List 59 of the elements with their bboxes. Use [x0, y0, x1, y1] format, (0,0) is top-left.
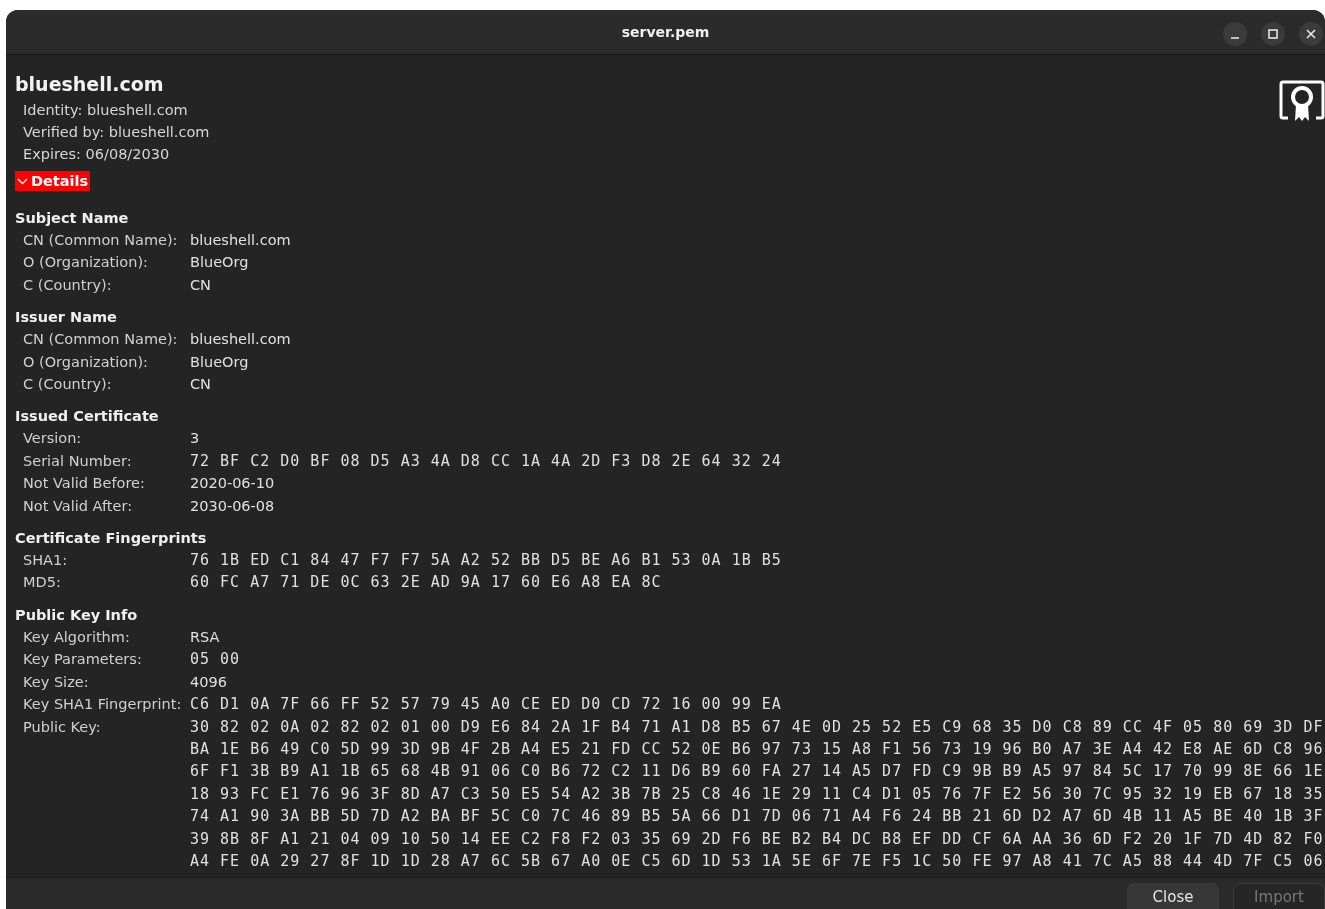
certificate-title: blueshell.com — [15, 73, 165, 95]
minimize-button[interactable] — [1223, 22, 1247, 46]
field-value: blueshell.com — [190, 330, 291, 350]
field-label: Serial Number: — [23, 451, 133, 471]
hex-value: 72 BF C2 D0 BF 08 D5 A3 4A D8 CC 1A 4A 2D F3 D8 2E 64 32 24 — [190, 450, 782, 472]
hex-value: A4 FE 0A 29 27 8F 1D 1D 28 A7 6C 5B 67 A0 0E C5 6D 1D 53 1A 5E 6F 7E F5 1C 50 FE 97 A8 41 7C A5 88 44 4D 7F C5 06 — [190, 850, 1324, 872]
field-label: Key Size: — [23, 672, 90, 692]
field-label: Public Key: — [23, 717, 102, 737]
section-heading: Certificate Fingerprints — [15, 529, 208, 549]
field-value: 2020-06-10 — [190, 474, 275, 494]
field-value: CN — [190, 275, 211, 295]
field-value: RSA — [190, 627, 220, 647]
field-label: Version: — [23, 429, 83, 449]
hex-value: 30 82 02 0A 02 82 02 01 00 D9 E6 84 2A 1F B4 71 A1 D8 B5 67 4E 0D 25 52 E5 C9 68 35 D0 C8 89 CC 4F 05 80 69 3D DF — [190, 716, 1324, 738]
hex-value: C6 D1 0A 7F 66 FF 52 57 79 45 A0 CE ED D0 CD 72 16 00 99 EA — [190, 694, 782, 716]
summary-line: Identity: blueshell.com — [23, 101, 189, 120]
field-label: C (Country): — [23, 375, 113, 395]
field-label: Not Valid Before: — [23, 474, 146, 494]
close-dialog-button[interactable]: Close — [1127, 883, 1219, 909]
summary-line: Verified by: blueshell.com — [23, 123, 211, 142]
field-label: C (Country): — [23, 275, 113, 295]
field-value: blueshell.com — [190, 231, 291, 250]
hex-value: 60 FC A7 71 DE 0C 63 2E AD 9A 17 60 E6 A8 EA 8C — [190, 572, 662, 594]
hex-value: 74 A1 90 3A BB 5D 7D A2 BA BF 5C C0 7C 46 89 B5 5A 66 D1 7D 06 71 A4 F6 24 BB 21 6D D2 A7 6D 4B 11 A5 BE 40 1B 3F — [190, 806, 1324, 828]
field-value: 3 — [190, 429, 200, 449]
field-value: 4096 — [190, 672, 227, 692]
summary-line: Expires: 06/08/2030 — [23, 145, 171, 164]
field-label: CN (Common Name): — [23, 231, 179, 250]
field-value: CN — [190, 375, 211, 395]
minimize-icon — [1230, 37, 1240, 39]
field-label: CN (Common Name): — [23, 330, 179, 350]
window-title: server.pem — [621, 24, 710, 40]
field-label: SHA1: — [23, 551, 69, 571]
field-value: 2030-06-08 — [190, 496, 275, 516]
hex-value: BA 1E B6 49 C0 5D 99 3D 9B 4F 2B A4 E5 21 FD CC 52 0E B6 97 73 15 A8 F1 56 73 19 96 B0 A7 3E A4 42 E8 AE 6D C8 96 — [190, 738, 1324, 760]
field-value: BlueOrg — [190, 253, 249, 273]
field-label: O (Organization): — [23, 352, 149, 372]
maximize-button[interactable] — [1261, 22, 1285, 46]
chevron-icon — [17, 177, 28, 185]
section-heading: Issued Certificate — [15, 407, 160, 427]
section-heading: Issuer Name — [15, 308, 118, 328]
field-label: Key Algorithm: — [23, 627, 131, 647]
hex-value: 6F F1 3B B9 A1 1B 65 68 4B 91 06 C0 B6 72 C2 11 D6 B9 60 FA 27 14 A5 D7 FD C9 9B B9 A5 97 84 5C 17 70 99 8E 66 1E — [190, 761, 1324, 783]
hex-value: 18 93 FC E1 76 96 3F 8D A7 C3 50 E5 54 A2 3B 7B 25 C8 46 1E 29 11 C4 D1 05 76 7F E2 56 30 7C 95 32 19 EB 67 18 35 — [190, 783, 1324, 805]
hex-value: 39 8B 8F A1 21 04 09 10 50 14 EE C2 F8 F2 03 35 69 2D F6 BE B2 B4 DC B8 EF DD CF 6A AA 36 6D F2 20 1F 7D 4D 82 F0 — [190, 828, 1324, 850]
field-label: Not Valid After: — [23, 496, 133, 516]
hex-value: 05 00 — [190, 649, 241, 671]
maximize-icon — [1268, 29, 1278, 39]
hex-value: 76 1B ED C1 84 47 F7 F7 5A A2 52 BB D5 BE A6 B1 53 0A 1B B5 — [190, 550, 782, 572]
section-heading: Subject Name — [15, 209, 130, 228]
section-heading: Public Key Info — [15, 605, 139, 625]
field-label: Key Parameters: — [23, 650, 143, 670]
close-button[interactable] — [1299, 22, 1323, 46]
field-label: MD5: — [23, 573, 62, 593]
field-value: BlueOrg — [190, 352, 249, 372]
field-label: O (Organization): — [23, 253, 149, 273]
details-toggle[interactable]: Details — [15, 171, 91, 191]
close-icon — [1306, 29, 1316, 39]
field-label: Key SHA1 Fingerprint: — [23, 695, 183, 715]
